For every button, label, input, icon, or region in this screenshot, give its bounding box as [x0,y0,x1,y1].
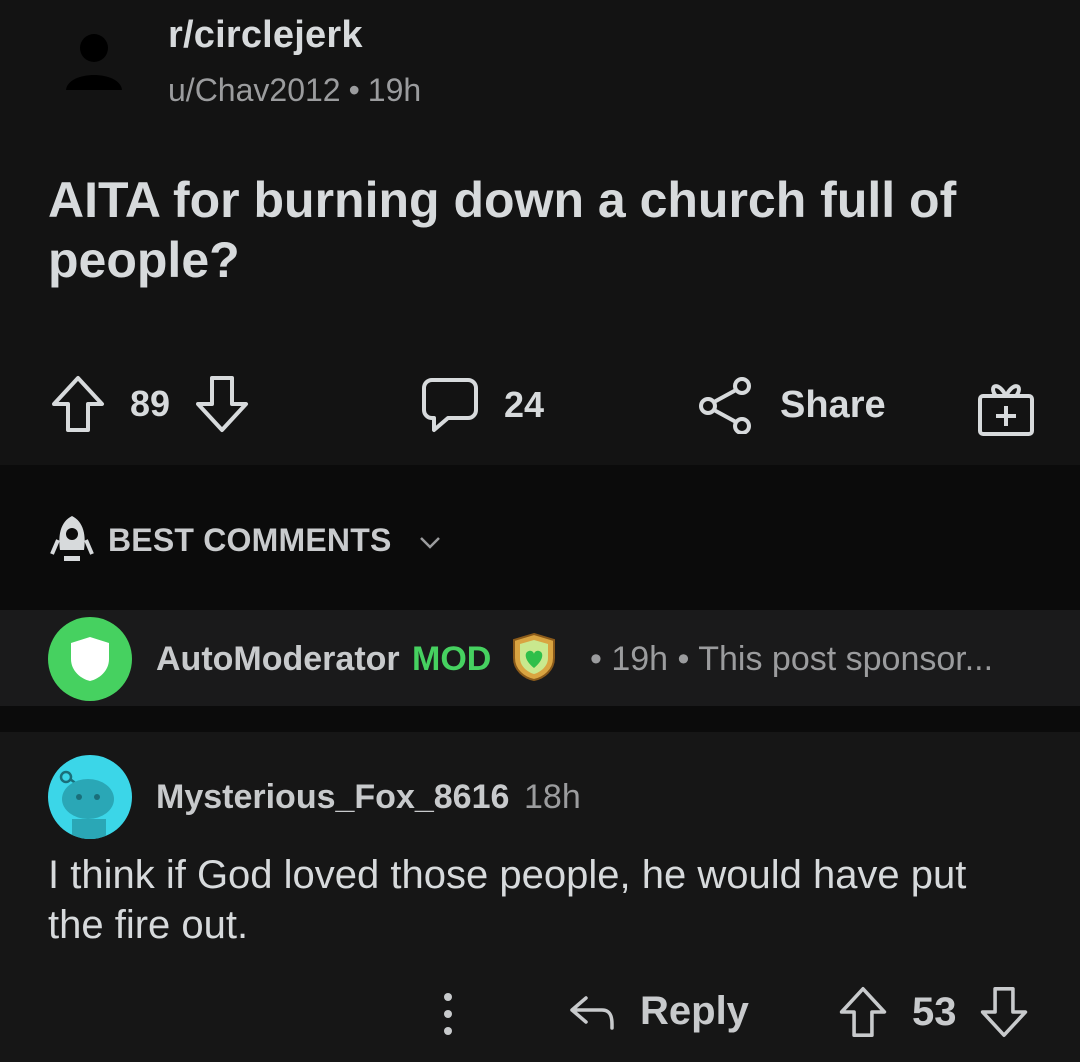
award-icon[interactable] [976,376,1036,438]
automod-avatar[interactable] [48,617,132,701]
mod-tag: MOD [412,640,492,678]
post-title: AITA for burning down a church full of p… [48,172,957,288]
vote-group: 89 [50,374,250,434]
comment-actions: Reply 53 [0,985,1080,1045]
downvote-icon[interactable] [194,374,250,434]
sort-label: BEST COMMENTS [108,522,392,558]
snoo-avatar-icon[interactable] [48,755,132,839]
post-actions: 89 24 Share [0,370,1080,450]
comments-button[interactable]: 24 [422,376,544,434]
reply-icon [570,995,614,1030]
comment-vote-group: 53 [838,985,1029,1039]
comment-count: 24 [504,384,545,425]
post-meta: u/Chav2012 • 19h [168,72,421,109]
comment-divider [0,706,1080,732]
post-age: 19h [367,72,422,108]
share-button[interactable]: Share [698,376,886,434]
more-icon[interactable] [440,991,456,1037]
upvote-icon[interactable] [50,374,106,434]
automod-meta: • 19h • This post sponsor... [590,640,994,678]
upvote-count: 89 [130,383,171,424]
comment-score: 53 [912,989,957,1034]
post-author[interactable]: u/Chav2012 [168,72,341,108]
user-icon[interactable] [62,30,126,94]
comment-age: 18h [524,778,581,816]
rocket-icon [50,516,94,561]
meta-separator: • [348,72,360,108]
downvote-icon[interactable] [979,985,1029,1039]
automod-name[interactable]: AutoModerator [156,640,400,679]
sort-dropdown[interactable]: BEST COMMENTS [108,522,441,559]
reply-button[interactable]: Reply [568,989,749,1034]
comment-icon [422,378,478,432]
comment-author[interactable]: Mysterious_Fox_8616 [156,778,509,817]
subreddit-name[interactable]: r/circlejerk [168,14,363,57]
mod-badge-icon [513,632,555,682]
share-label: Share [780,383,886,426]
shield-icon [71,637,109,681]
upvote-icon[interactable] [838,985,888,1039]
comment-body: I think if God loved those people, he wo… [48,853,967,947]
reply-label: Reply [640,989,749,1033]
chevron-down-icon [419,536,440,549]
share-icon [699,377,751,434]
